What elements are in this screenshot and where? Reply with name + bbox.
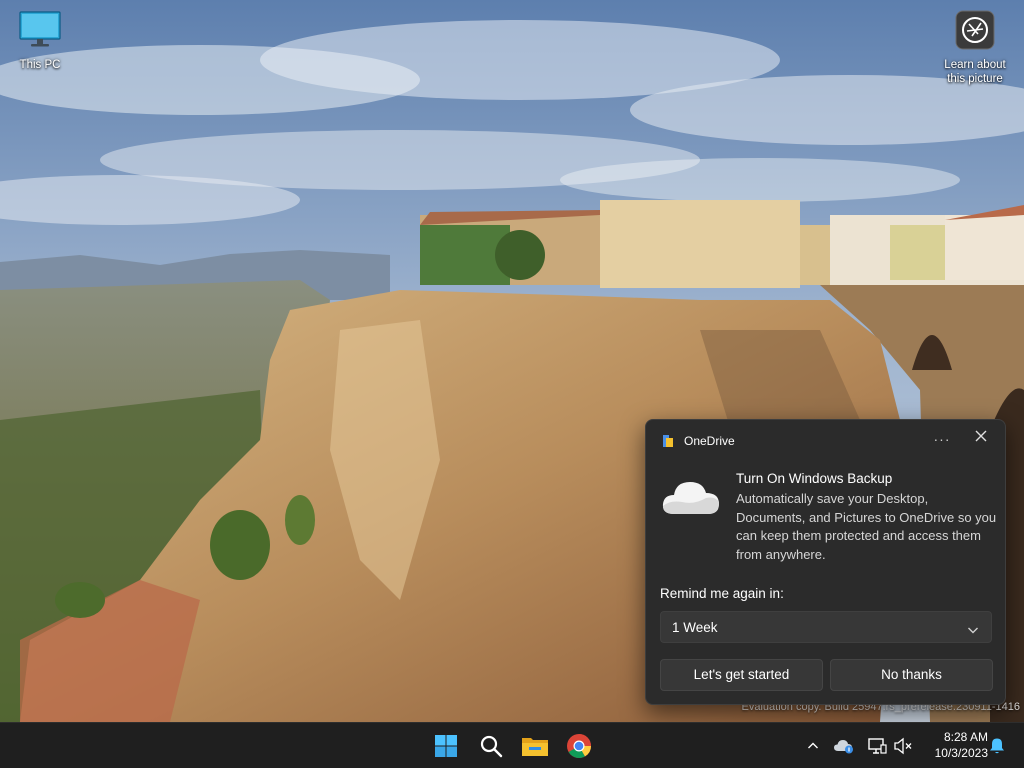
no-thanks-button[interactable]: No thanks (830, 659, 993, 691)
cloud-icon (660, 476, 722, 518)
chrome-icon (567, 734, 591, 759)
file-explorer-button[interactable] (517, 728, 553, 764)
chevron-up-icon (808, 742, 818, 749)
start-button[interactable] (428, 728, 464, 764)
notification-bell-icon (990, 738, 1004, 754)
search-button[interactable] (473, 728, 509, 764)
file-explorer-icon (522, 738, 548, 756)
remind-label: Remind me again in: (660, 586, 784, 601)
desktop-icon-label: This PC (19, 59, 61, 71)
notifications-button[interactable] (986, 736, 1008, 756)
search-icon (480, 735, 503, 758)
lets-get-started-button[interactable]: Let's get started (660, 659, 823, 691)
network-button[interactable] (866, 736, 888, 756)
camera-icon (935, 10, 1015, 54)
close-button[interactable] (968, 429, 994, 453)
remind-interval-select[interactable]: 1 Week (660, 611, 992, 643)
onedrive-app-icon (661, 434, 675, 448)
desktop-icon-learn-about-picture[interactable]: Learn about this picture (935, 10, 1015, 86)
onedrive-backup-notification: OneDrive ··· Turn On Windows Backup Auto… (645, 419, 1006, 705)
monitor-icon (0, 10, 80, 54)
onedrive-tray-button[interactable] (833, 736, 855, 756)
chevron-down-icon (967, 622, 979, 640)
toast-app-name: OneDrive (684, 434, 735, 448)
more-options-button[interactable]: ··· (928, 429, 956, 453)
clock-time: 8:28 AM (943, 730, 988, 744)
start-icon (435, 735, 457, 757)
volume-button[interactable] (892, 736, 914, 756)
desktop-icon-this-pc[interactable]: This PC (0, 10, 80, 72)
clock[interactable]: 8:28 AM 10/3/2023 (918, 729, 988, 761)
volume-muted-icon (894, 737, 912, 755)
desktop-icon-label: Learn about this picture (944, 59, 1006, 85)
toast-header: OneDrive ··· (646, 420, 1005, 462)
taskbar: 8:28 AM 10/3/2023 (0, 722, 1024, 768)
onedrive-cloud-icon (834, 740, 853, 754)
clock-date: 10/3/2023 (934, 746, 988, 760)
remind-interval-value: 1 Week (672, 620, 718, 635)
close-icon (975, 430, 987, 442)
chrome-button[interactable] (561, 728, 597, 764)
show-hidden-icons-button[interactable] (802, 736, 824, 756)
network-icon (868, 738, 887, 754)
toast-body: Automatically save your Desktop, Documen… (736, 491, 997, 562)
toast-title: Turn On Windows Backup (736, 471, 893, 486)
